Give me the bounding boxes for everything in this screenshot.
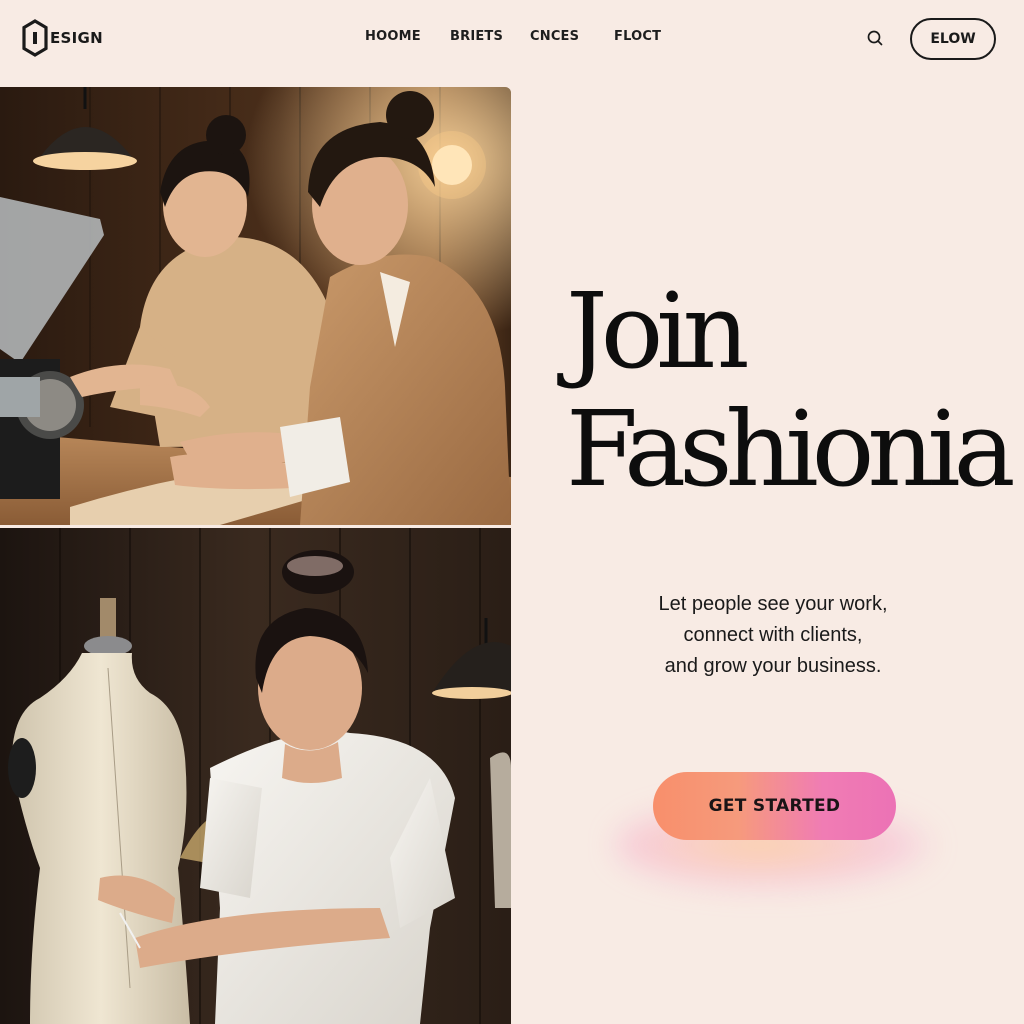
nav-item-cnces[interactable]: CNCES	[530, 29, 579, 44]
get-started-button[interactable]: GET STARTED	[653, 772, 896, 840]
nav-item-floct[interactable]: FLOCT	[614, 29, 661, 44]
hero-title-line-1: Join	[566, 270, 750, 392]
hero-subtitle-line-2: connect with clients,	[683, 624, 863, 646]
hero-title: Join Fashionia	[566, 270, 1016, 510]
bottom-photo-dress-form	[0, 528, 511, 1024]
top-photo-sewing-atelier	[0, 87, 511, 525]
header-action-button[interactable]: ELOW	[910, 18, 996, 60]
search-button[interactable]	[864, 27, 886, 49]
search-icon	[867, 30, 883, 46]
nav-item-briets[interactable]: BRIETS	[450, 29, 503, 44]
hero-subtitle: Let people see your work, connect with c…	[600, 589, 946, 682]
hero-subtitle-line-1: Let people see your work,	[658, 593, 888, 615]
hero-title-line-2: Fashionia	[566, 388, 1016, 510]
nav-item-home[interactable]: HOOME	[365, 29, 421, 44]
top-navigation-bar: ESIGN HOOME BRIETS CNCES FLOCT ELOW	[0, 0, 1024, 78]
hero-subtitle-line-3: and grow your business.	[664, 655, 882, 677]
